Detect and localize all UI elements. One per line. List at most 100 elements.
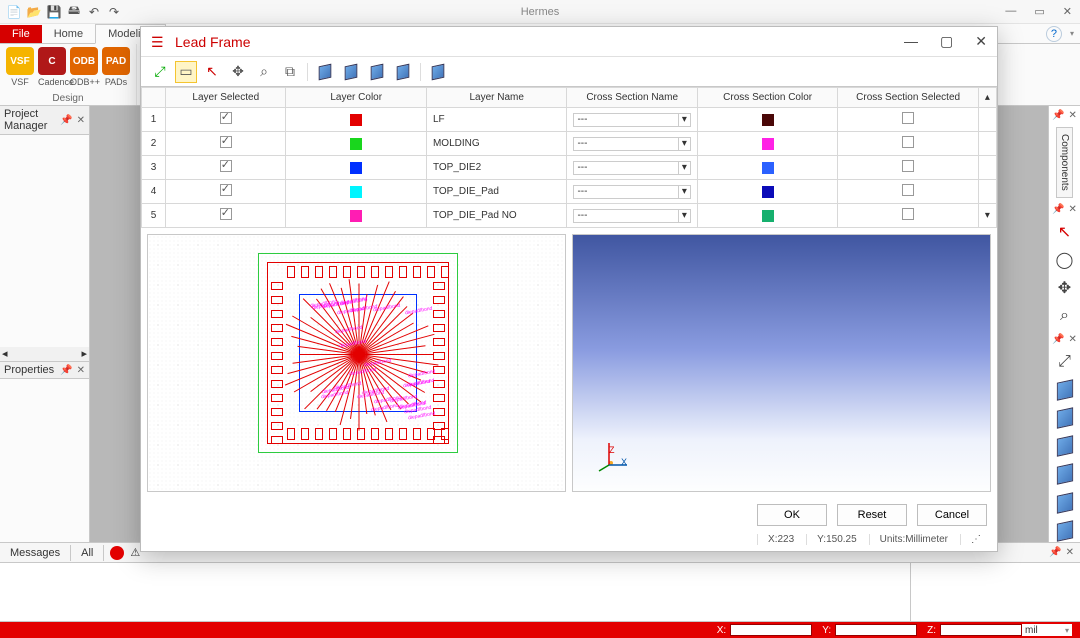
tool-cube-5[interactable] <box>427 61 449 83</box>
error-icon[interactable] <box>110 546 124 560</box>
cs-selected-cell[interactable] <box>838 132 978 156</box>
ribbon-btn-cadence[interactable]: C <box>38 47 66 75</box>
messages-tab[interactable]: Messages <box>0 545 71 561</box>
ribbon-btn-pads[interactable]: PAD <box>102 47 130 75</box>
cs-selected-cell[interactable] <box>838 180 978 204</box>
col-cs-selected[interactable]: Cross Section Selected <box>838 88 978 108</box>
cube-front-icon[interactable] <box>1053 435 1077 457</box>
preview-3d[interactable]: Z X <box>572 234 991 492</box>
layer-color-cell[interactable] <box>286 108 426 132</box>
close-icon[interactable]: ✕ <box>1069 110 1077 121</box>
pin-icon[interactable]: 📌 <box>60 365 72 376</box>
cube-iso-icon[interactable] <box>1053 379 1077 401</box>
cs-name-cell[interactable]: ---▾ <box>567 108 697 132</box>
close-icon[interactable]: ✕ <box>1066 547 1074 558</box>
help-icon[interactable]: ? <box>1046 26 1062 42</box>
cs-selected-cell[interactable] <box>838 156 978 180</box>
col-cs-name[interactable]: Cross Section Name <box>567 88 697 108</box>
close-icon[interactable]: ✕ <box>77 365 85 376</box>
pan-icon[interactable]: ✥ <box>1053 277 1077 299</box>
tool-fit[interactable]: ⤢ <box>149 61 171 83</box>
layer-selected-cell[interactable] <box>166 132 286 156</box>
dialog-minimize[interactable]: — <box>904 33 918 50</box>
cube-back-icon[interactable] <box>1053 492 1077 514</box>
properties-body[interactable] <box>0 379 89 542</box>
table-row[interactable]: 2MOLDING---▾ <box>142 132 997 156</box>
table-row[interactable]: 3TOP_DIE2---▾ <box>142 156 997 180</box>
warning-icon[interactable]: ⚠ <box>130 546 140 559</box>
messages-all-tab[interactable]: All <box>71 545 104 561</box>
cs-color-cell[interactable] <box>697 180 837 204</box>
cs-color-cell[interactable] <box>697 132 837 156</box>
cs-name-cell[interactable]: ---▾ <box>567 156 697 180</box>
close-icon[interactable]: ✕ <box>77 115 85 126</box>
pin-icon[interactable]: 📌 <box>1052 204 1064 215</box>
tool-cube-1[interactable] <box>314 61 336 83</box>
dialog-resize-grip[interactable]: ⋰ <box>960 534 981 545</box>
project-scroll[interactable]: ◂▸ <box>0 347 89 361</box>
orbit-icon[interactable]: ◯ <box>1053 249 1077 271</box>
layer-color-cell[interactable] <box>286 132 426 156</box>
tool-pan[interactable]: ✥ <box>227 61 249 83</box>
tool-highlight[interactable]: ▭ <box>175 61 197 83</box>
messages-side-panel[interactable] <box>910 563 1080 621</box>
pin-icon[interactable]: 📌 <box>1049 547 1061 558</box>
cs-name-cell[interactable]: ---▾ <box>567 180 697 204</box>
table-scroll-track[interactable] <box>978 108 996 132</box>
pin-icon[interactable]: 📌 <box>1052 334 1064 345</box>
reset-button[interactable]: Reset <box>837 504 907 526</box>
table-scroll-track[interactable] <box>978 180 996 204</box>
window-minimize[interactable]: — <box>1005 5 1016 18</box>
cs-selected-cell[interactable] <box>838 204 978 228</box>
table-scroll-down[interactable]: ▾ <box>978 204 996 228</box>
close-icon[interactable]: ✕ <box>1069 204 1077 215</box>
cube-top-icon[interactable] <box>1053 407 1077 429</box>
table-scroll-track[interactable] <box>978 156 996 180</box>
cancel-button[interactable]: Cancel <box>917 504 987 526</box>
zoom-ext-icon[interactable]: ⤢ <box>1053 351 1077 373</box>
close-icon[interactable]: ✕ <box>1069 334 1077 345</box>
dialog-maximize[interactable]: ▢ <box>940 33 953 50</box>
table-row[interactable]: 5TOP_DIE_Pad NO---▾▾ <box>142 204 997 228</box>
tool-cube-4[interactable] <box>392 61 414 83</box>
project-manager-body[interactable] <box>0 135 89 347</box>
pin-icon[interactable]: 📌 <box>60 115 72 126</box>
cs-color-cell[interactable] <box>697 204 837 228</box>
cube-right-icon[interactable] <box>1053 463 1077 485</box>
cs-name-cell[interactable]: ---▾ <box>567 204 697 228</box>
layer-selected-cell[interactable] <box>166 180 286 204</box>
unit-dropdown[interactable]: mil▾ <box>1022 624 1072 636</box>
cs-color-cell[interactable] <box>697 108 837 132</box>
window-maximize[interactable]: ▭ <box>1034 5 1044 18</box>
layer-color-cell[interactable] <box>286 204 426 228</box>
layer-color-cell[interactable] <box>286 156 426 180</box>
ribbon-btn-vsf[interactable]: VSF <box>6 47 34 75</box>
zoom-icon[interactable]: ⌕ <box>1053 305 1077 327</box>
ok-button[interactable]: OK <box>757 504 827 526</box>
table-scroll-track[interactable] <box>978 132 996 156</box>
tab-home[interactable]: Home <box>42 25 95 43</box>
table-row[interactable]: 4TOP_DIE_Pad---▾ <box>142 180 997 204</box>
col-layer-name[interactable]: Layer Name <box>426 88 566 108</box>
col-layer-selected[interactable]: Layer Selected <box>166 88 286 108</box>
pointer-icon[interactable]: ↖ <box>1053 221 1077 243</box>
table-row[interactable]: 1LF---▾ <box>142 108 997 132</box>
cs-name-cell[interactable]: ---▾ <box>567 132 697 156</box>
tool-zoom[interactable]: ⌕ <box>253 61 275 83</box>
cs-color-cell[interactable] <box>697 156 837 180</box>
layer-selected-cell[interactable] <box>166 156 286 180</box>
layer-color-cell[interactable] <box>286 180 426 204</box>
ribbon-btn-odb[interactable]: ODB <box>70 47 98 75</box>
messages-content[interactable] <box>0 563 910 621</box>
table-scroll-up[interactable]: ▴ <box>978 88 996 108</box>
col-layer-color[interactable]: Layer Color <box>286 88 426 108</box>
layer-selected-cell[interactable] <box>166 108 286 132</box>
layer-selected-cell[interactable] <box>166 204 286 228</box>
dialog-close[interactable]: ✕ <box>975 33 987 50</box>
help-dropdown-icon[interactable]: ▾ <box>1070 29 1074 38</box>
tool-cube-2[interactable] <box>340 61 362 83</box>
tool-cube-3[interactable] <box>366 61 388 83</box>
col-cs-color[interactable]: Cross Section Color <box>697 88 837 108</box>
tool-select[interactable]: ↖ <box>201 61 223 83</box>
window-close[interactable]: ✕ <box>1063 5 1072 18</box>
